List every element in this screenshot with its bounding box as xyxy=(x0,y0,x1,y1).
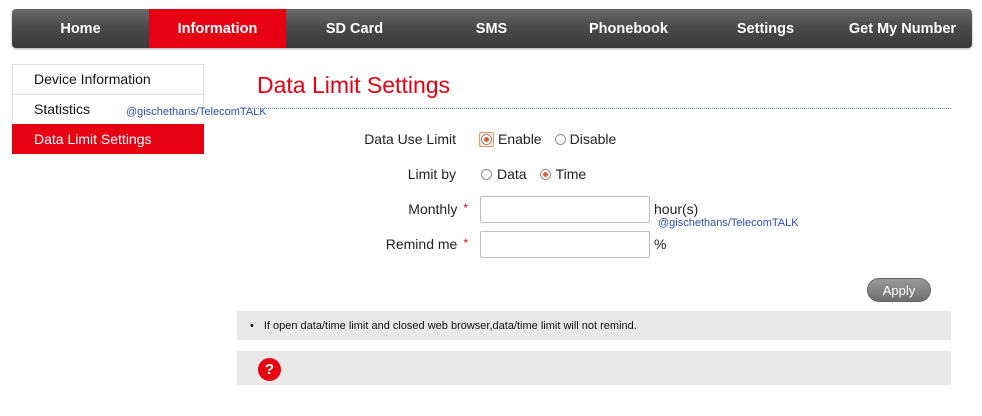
tab-settings[interactable]: Settings xyxy=(697,9,834,48)
tab-phonebook[interactable]: Phonebook xyxy=(560,9,697,48)
limit-by-label: Limit by xyxy=(407,166,456,182)
tab-get-my-number[interactable]: Get My Number xyxy=(834,9,971,48)
tab-home[interactable]: Home xyxy=(12,9,149,48)
monthly-label: Monthly xyxy=(408,201,458,217)
monthly-unit: hour(s) xyxy=(654,201,699,217)
title-divider xyxy=(237,108,951,109)
required-mark: * xyxy=(463,236,468,250)
help-icon[interactable]: ? xyxy=(258,358,281,381)
sidebar-item-device-information[interactable]: Device Information xyxy=(12,64,204,94)
enable-radio-focus xyxy=(479,131,494,147)
remind-me-unit: % xyxy=(654,236,667,252)
required-mark: * xyxy=(463,201,468,215)
disable-radio[interactable] xyxy=(554,133,566,145)
tab-sd-card[interactable]: SD Card xyxy=(286,9,423,48)
remind-me-label-wrap: Remind me * xyxy=(386,236,468,252)
apply-button[interactable]: Apply xyxy=(867,278,931,302)
enable-radio[interactable] xyxy=(481,133,492,145)
monthly-label-wrap: Monthly * xyxy=(408,201,468,217)
disable-label: Disable xyxy=(569,131,617,147)
limit-by-radio-group: Data Time xyxy=(481,166,586,182)
data-radio[interactable] xyxy=(481,168,492,180)
tab-information[interactable]: Information xyxy=(149,9,286,48)
data-option[interactable]: Data xyxy=(481,166,527,182)
note-bullet: • xyxy=(250,319,254,332)
watermark-text: @gischethans/TelecomTALK xyxy=(658,217,799,229)
time-label: Time xyxy=(555,166,587,182)
help-box: ? xyxy=(237,351,951,385)
note-box: • If open data/time limit and closed web… xyxy=(237,311,951,340)
time-option[interactable]: Time xyxy=(539,166,587,182)
time-radio[interactable] xyxy=(539,168,551,180)
remind-me-label: Remind me xyxy=(385,236,458,252)
data-label: Data xyxy=(497,166,527,182)
top-nav: Home Information SD Card SMS Phonebook S… xyxy=(12,9,972,48)
remind-me-input[interactable] xyxy=(480,231,650,258)
enable-label: Enable xyxy=(498,131,542,147)
data-use-limit-radio-group: Enable Disable xyxy=(479,131,616,147)
monthly-input[interactable] xyxy=(480,196,650,223)
note-text: If open data/time limit and closed web b… xyxy=(263,319,637,332)
tab-sms[interactable]: SMS xyxy=(423,9,560,48)
page-title: Data Limit Settings xyxy=(257,72,451,98)
sidebar-item-data-limit-settings[interactable]: Data Limit Settings xyxy=(12,124,204,154)
enable-option[interactable]: Enable xyxy=(479,131,542,147)
data-use-limit-label: Data Use Limit xyxy=(364,131,456,147)
disable-option[interactable]: Disable xyxy=(554,131,617,147)
